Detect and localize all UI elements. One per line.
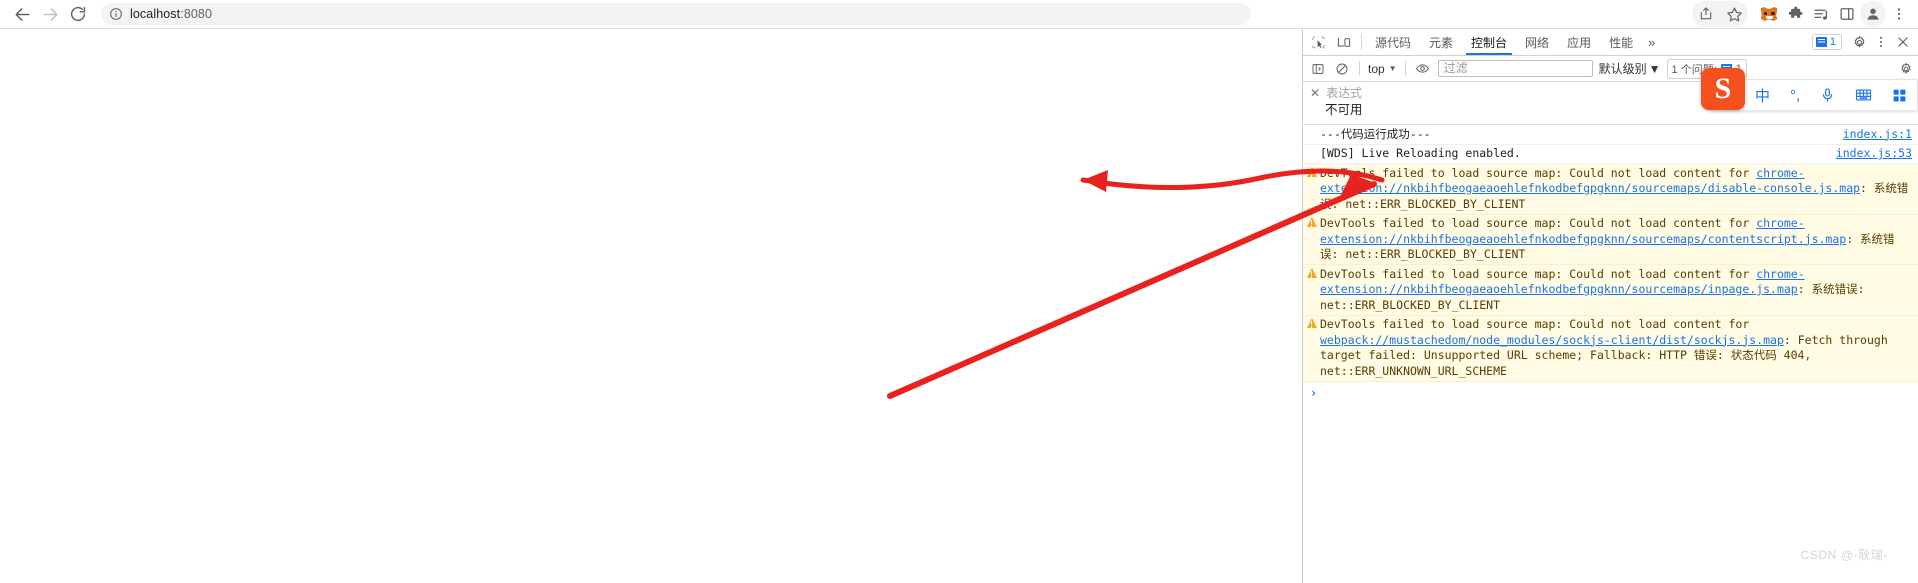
console-message-list[interactable]: ---代码运行成功--- index.js:1 [WDS] Live Reloa… bbox=[1303, 125, 1918, 583]
console-message-text: DevTools failed to load source map: Coul… bbox=[1320, 166, 1918, 213]
devtools-tab-performance[interactable]: 性能 bbox=[1600, 29, 1642, 55]
metamask-icon[interactable] bbox=[1756, 1, 1782, 27]
execution-context-select[interactable]: top ▼ bbox=[1365, 62, 1400, 76]
bookmark-star-icon[interactable] bbox=[1720, 1, 1748, 27]
console-message-text: [WDS] Live Reloading enabled. bbox=[1320, 146, 1521, 160]
message-gutter bbox=[1303, 166, 1320, 213]
live-expression-eye-icon[interactable] bbox=[1411, 57, 1435, 81]
page-viewport bbox=[0, 29, 1302, 583]
log-level-select[interactable]: 默认级别 ▼ bbox=[1599, 60, 1661, 77]
console-toolbar-divider-2 bbox=[1404, 61, 1406, 76]
share-icon[interactable] bbox=[1692, 1, 1720, 27]
devtools-tabbar: 源代码 元素 控制台 网络 应用 性能 » 1 bbox=[1303, 29, 1918, 56]
console-message-log[interactable]: [WDS] Live Reloading enabled. index.js:5… bbox=[1303, 144, 1918, 164]
warning-text-pre: DevTools failed to load source map: Coul… bbox=[1320, 266, 1757, 281]
ime-floating-toolbar[interactable]: S 中 °, bbox=[1701, 68, 1918, 111]
console-message-warning[interactable]: DevTools failed to load source map: Coul… bbox=[1303, 164, 1918, 215]
warning-text-pre: DevTools failed to load source map: Coul… bbox=[1320, 165, 1757, 180]
console-prompt[interactable]: › bbox=[1303, 382, 1918, 402]
live-expression-title: 表达式 bbox=[1326, 86, 1363, 100]
message-gutter bbox=[1303, 146, 1320, 162]
ime-punctuation[interactable]: °, bbox=[1780, 87, 1810, 104]
console-message-source[interactable]: index.js:1 bbox=[1843, 127, 1918, 143]
console-message-text: DevTools failed to load source map: Coul… bbox=[1320, 317, 1918, 379]
message-gutter bbox=[1303, 127, 1320, 143]
console-message-warning[interactable]: DevTools failed to load source map: Coul… bbox=[1303, 265, 1918, 316]
devtools-more-options-icon[interactable] bbox=[1870, 31, 1892, 53]
console-message-text: DevTools failed to load source map: Coul… bbox=[1320, 216, 1918, 263]
warning-triangle-icon bbox=[1306, 166, 1317, 177]
console-toolbar-divider-1 bbox=[1359, 61, 1360, 76]
sidepanel-icon[interactable] bbox=[1834, 1, 1860, 27]
ime-mode-chinese[interactable]: 中 bbox=[1745, 85, 1780, 106]
console-settings-icon[interactable] bbox=[1899, 62, 1918, 76]
prompt-chevron-icon: › bbox=[1310, 385, 1318, 400]
address-bar[interactable]: localhost:8080 bbox=[101, 3, 1251, 25]
extensions-icon[interactable] bbox=[1782, 1, 1808, 27]
browser-toolbar: localhost:8080 bbox=[0, 0, 1918, 29]
console-sidebar-icon[interactable] bbox=[1306, 57, 1330, 81]
console-message-warning[interactable]: DevTools failed to load source map: Coul… bbox=[1303, 214, 1918, 265]
warning-triangle-icon bbox=[1306, 267, 1317, 278]
browser-menu-icon[interactable] bbox=[1886, 1, 1912, 27]
issues-badge[interactable]: 1 bbox=[1811, 34, 1842, 50]
console-message-source[interactable]: index.js:53 bbox=[1836, 146, 1918, 162]
device-toolbar-icon[interactable] bbox=[1331, 29, 1357, 55]
more-tabs-icon[interactable]: » bbox=[1642, 29, 1661, 55]
devtools-tab-sources[interactable]: 源代码 bbox=[1366, 29, 1420, 55]
source-map-link[interactable]: webpack://mustachedom/node_modules/sockj… bbox=[1320, 333, 1784, 347]
devtools-tab-network[interactable]: 网络 bbox=[1516, 29, 1558, 55]
warning-text-pre: DevTools failed to load source map: Coul… bbox=[1320, 216, 1757, 230]
message-gutter bbox=[1303, 317, 1320, 379]
close-icon[interactable]: ✕ bbox=[1310, 87, 1320, 99]
devtools-panel: 源代码 元素 控制台 网络 应用 性能 » 1 top ▼ 过滤 默认级别 ▼ … bbox=[1302, 29, 1918, 583]
url-port: :8080 bbox=[180, 7, 213, 21]
console-message-log[interactable]: ---代码运行成功--- index.js:1 bbox=[1303, 125, 1918, 145]
chevron-down-icon-2: ▼ bbox=[1648, 61, 1661, 76]
clear-console-icon[interactable] bbox=[1330, 57, 1354, 81]
back-arrow-icon bbox=[14, 7, 30, 21]
gear-icon[interactable] bbox=[1848, 31, 1870, 53]
tabbar-divider bbox=[1361, 34, 1362, 50]
ime-voice-icon[interactable] bbox=[1810, 87, 1845, 103]
close-devtools-icon[interactable] bbox=[1892, 31, 1914, 53]
back-button[interactable] bbox=[8, 0, 36, 28]
console-filter-input[interactable]: 过滤 bbox=[1437, 60, 1593, 77]
site-info-icon[interactable] bbox=[109, 7, 123, 21]
chevron-down-icon: ▼ bbox=[1388, 64, 1397, 73]
avatar-icon bbox=[1867, 8, 1879, 20]
devtools-tab-elements[interactable]: 元素 bbox=[1420, 29, 1462, 55]
console-message-text: ---代码运行成功--- bbox=[1320, 126, 1431, 141]
reload-icon bbox=[70, 6, 86, 22]
forward-button[interactable] bbox=[36, 0, 64, 28]
inspect-element-icon[interactable] bbox=[1305, 29, 1331, 55]
log-level-value: 默认级别 bbox=[1598, 62, 1647, 76]
warning-text-pre: DevTools failed to load source map: Coul… bbox=[1320, 317, 1750, 331]
media-icon[interactable] bbox=[1808, 1, 1834, 27]
ime-apps-icon[interactable] bbox=[1882, 88, 1917, 103]
issues-badge-count: 1 bbox=[1829, 36, 1836, 48]
message-gutter bbox=[1303, 267, 1320, 314]
reload-button[interactable] bbox=[64, 0, 92, 28]
profile-avatar[interactable] bbox=[1860, 1, 1886, 27]
ime-logo-icon[interactable]: S bbox=[1701, 68, 1745, 110]
warning-triangle-icon bbox=[1306, 217, 1317, 227]
address-bar-text: localhost:8080 bbox=[130, 7, 212, 21]
message-gutter bbox=[1303, 216, 1320, 263]
console-message-text: DevTools failed to load source map: Coul… bbox=[1320, 267, 1918, 314]
ime-keyboard-icon[interactable] bbox=[1845, 88, 1882, 102]
execution-context-value: top bbox=[1368, 61, 1385, 76]
console-message-warning[interactable]: DevTools failed to load source map: Coul… bbox=[1303, 315, 1918, 382]
devtools-tab-console[interactable]: 控制台 bbox=[1462, 29, 1516, 55]
forward-arrow-icon bbox=[42, 7, 58, 21]
watermark: CSDN @-耿瑞- bbox=[1800, 548, 1888, 562]
devtools-tab-application[interactable]: 应用 bbox=[1558, 29, 1600, 55]
url-host: localhost bbox=[130, 7, 181, 21]
warning-triangle-icon bbox=[1306, 318, 1317, 328]
issue-square-icon bbox=[1815, 37, 1827, 47]
devtools-tabbar-actions: 1 bbox=[1811, 29, 1918, 55]
browser-actions bbox=[1692, 1, 1918, 27]
